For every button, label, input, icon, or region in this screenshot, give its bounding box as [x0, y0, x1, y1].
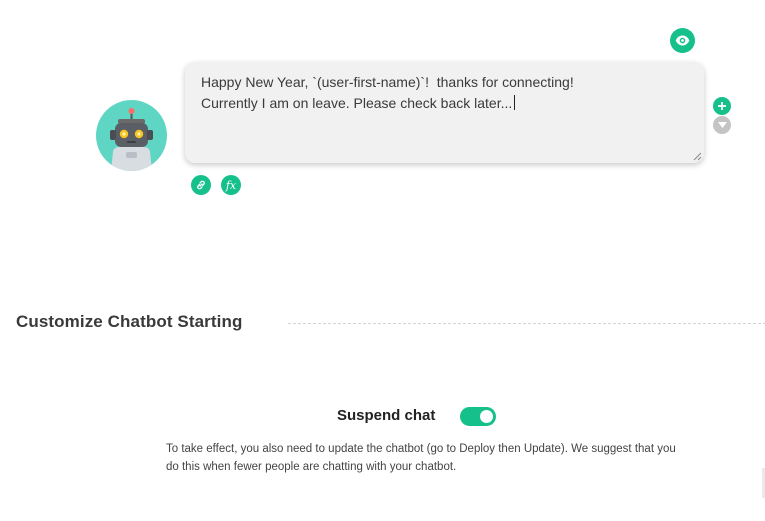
- plus-icon: [718, 102, 726, 110]
- preview-button[interactable]: [670, 28, 695, 53]
- robot-icon: [110, 108, 153, 171]
- eye-icon: [675, 35, 690, 46]
- move-down-button[interactable]: [713, 116, 731, 134]
- message-text: Happy New Year, `(user-first-name)`! tha…: [201, 74, 574, 111]
- insert-link-button[interactable]: [191, 175, 211, 195]
- suspend-notice: To take effect, you also need to update …: [166, 443, 676, 473]
- add-message-button[interactable]: [713, 97, 731, 115]
- message-textarea[interactable]: Happy New Year, `(user-first-name)`! tha…: [185, 62, 704, 163]
- bot-avatar: [96, 100, 167, 171]
- link-icon: [197, 180, 205, 190]
- suspend-chat-label: Suspend chat: [337, 407, 436, 424]
- insert-function-button[interactable]: fx: [221, 175, 241, 195]
- section-title: Customize Chatbot Starting: [16, 312, 243, 331]
- function-icon: fx: [225, 178, 237, 192]
- section-divider: [288, 323, 765, 324]
- toggle-knob: [480, 410, 493, 423]
- caret-down-icon: [717, 122, 727, 128]
- text-cursor: [514, 95, 516, 110]
- suspend-chat-toggle[interactable]: [460, 407, 496, 426]
- resize-handle[interactable]: [692, 151, 702, 161]
